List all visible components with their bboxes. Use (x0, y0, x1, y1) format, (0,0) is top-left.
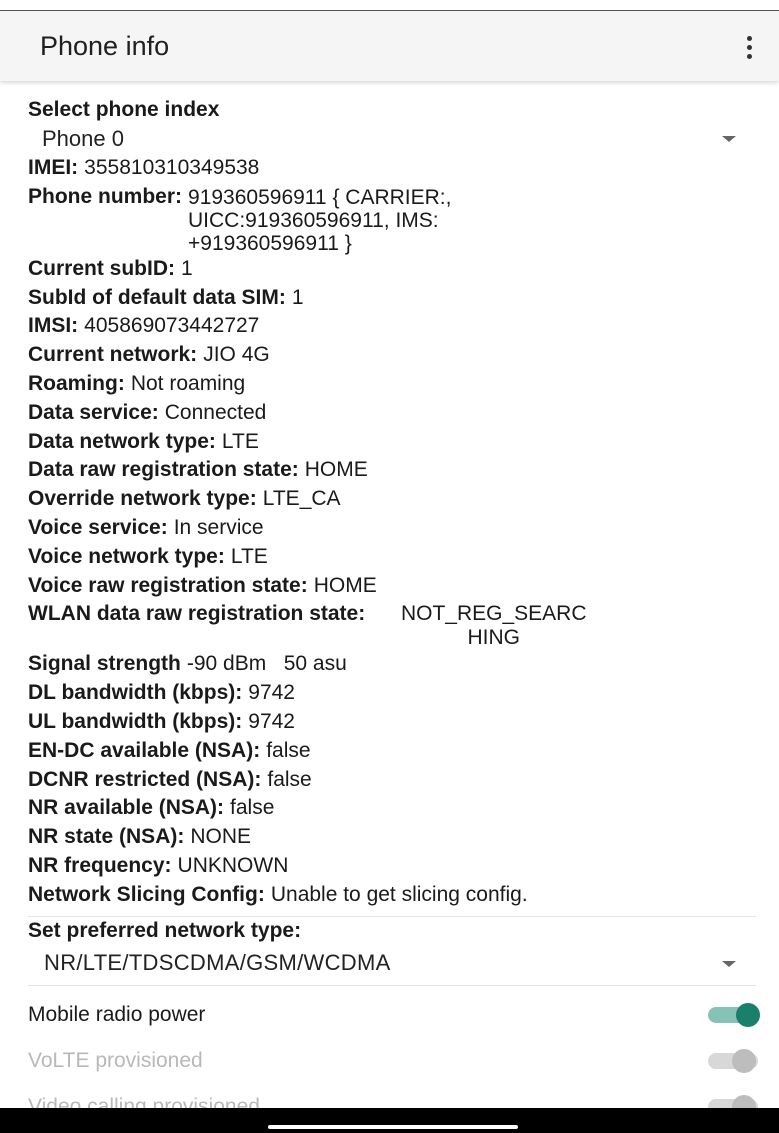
info-value: -90 dBm 50 asu (186, 652, 347, 676)
info-value: JIO 4G (203, 343, 270, 367)
info-key: Data service: (28, 400, 159, 424)
info-row-dcnr-restricted: DCNR restricted (NSA): false (28, 766, 756, 795)
info-value: 9742 (248, 681, 295, 705)
phone-index-value: Phone 0 (42, 126, 124, 151)
info-value: 1 (181, 256, 193, 280)
more-vert-icon[interactable] (739, 31, 759, 63)
info-row-phone-number: Phone number: 919360596911 { CARRIER:, U… (28, 183, 756, 255)
info-key: Phone number: (28, 184, 183, 208)
volte-provisioned-label: VoLTE provisioned (28, 1048, 203, 1072)
info-row-nr-available: NR available (NSA): false (28, 794, 756, 823)
info-value: false (266, 738, 311, 762)
info-key: Current network: (28, 343, 198, 367)
dot (746, 44, 752, 50)
info-row-data-network-type: Data network type: LTE (28, 428, 756, 457)
info-key: DL bandwidth (kbps): (28, 681, 243, 705)
info-row-endc-available: EN-DC available (NSA): false (28, 737, 756, 766)
info-row-nr-frequency: NR frequency: UNKNOWN (28, 852, 756, 881)
info-key: Voice raw registration state: (28, 573, 308, 597)
divider (28, 984, 756, 986)
info-row-current-network: Current network: JIO 4G (28, 341, 756, 370)
info-value: LTE_CA (262, 487, 341, 511)
info-row-roaming: Roaming: Not roaming (28, 370, 756, 399)
info-row-wlan-raw-registration: WLAN data raw registration state: NOT_RE… (28, 600, 756, 650)
info-value: UNKNOWN (177, 853, 289, 877)
info-row-nr-state: NR state (NSA): NONE (28, 823, 756, 852)
info-key: DCNR restricted (NSA): (28, 767, 262, 791)
status-bar-edge (0, 0, 779, 11)
dot (746, 35, 752, 41)
info-key: EN-DC available (NSA): (28, 738, 261, 762)
info-row-default-data-subid: SubId of default data SIM: 1 (28, 284, 756, 313)
preferred-network-spinner[interactable]: NR/LTE/TDSCDMA/GSM/WCDMA (28, 945, 756, 981)
info-value: HOME (304, 458, 368, 482)
info-value: LTE (230, 544, 268, 568)
info-value: Not roaming (130, 371, 246, 395)
phone-index-label: Select phone index (28, 98, 220, 121)
info-key: Network Slicing Config: (28, 882, 265, 906)
gesture-handle[interactable] (268, 1125, 518, 1129)
dropdown-arrow-icon (722, 136, 736, 142)
page-title: Phone info (40, 31, 170, 61)
volte-provisioned-switch (702, 1048, 762, 1073)
switch-thumb (736, 1002, 760, 1027)
info-row-voice-service: Voice service: In service (28, 514, 756, 543)
volte-provisioned-row: VoLTE provisioned (28, 1038, 758, 1084)
info-row-data-service: Data service: Connected (28, 399, 756, 428)
info-value: NOT_REG_SEARC HING (400, 602, 587, 650)
info-key: Current subID: (28, 256, 175, 280)
phone-index-spinner[interactable]: Phone 0 (28, 124, 756, 154)
info-row-voice-raw-registration: Voice raw registration state: HOME (28, 572, 756, 601)
info-row-current-subid: Current subID: 1 (28, 255, 756, 284)
info-value: Unable to get slicing config. (270, 882, 528, 906)
mobile-radio-power-row[interactable]: Mobile radio power (28, 992, 760, 1038)
info-value: LTE (221, 429, 259, 453)
info-value: 919360596911 { CARRIER:, UICC:9193605969… (188, 185, 452, 255)
info-row-override-network-type: Override network type: LTE_CA (28, 485, 756, 514)
info-key: NR state (NSA): (28, 825, 185, 849)
info-row-imsi: IMSI: 405869073442727 (28, 312, 756, 341)
info-key: WLAN data raw registration state: (28, 602, 366, 626)
mobile-radio-power-switch[interactable] (702, 1002, 762, 1027)
info-value: HOME (313, 573, 377, 597)
preferred-network-label: Set preferred network type: (28, 918, 302, 942)
info-value: Connected (164, 400, 267, 424)
info-content: Select phone index Phone 0 IMEI: 3558103… (28, 96, 760, 1130)
info-value: 355810310349538 (84, 156, 260, 179)
preferred-network-value: NR/LTE/TDSCDMA/GSM/WCDMA (44, 949, 391, 975)
info-value: NONE (190, 825, 252, 849)
info-value: false (230, 796, 275, 820)
switch-thumb (732, 1048, 756, 1073)
info-row-dl-bandwidth: DL bandwidth (kbps): 9742 (28, 679, 756, 708)
info-key: Override network type: (28, 487, 257, 511)
info-key: IMEI: (28, 156, 79, 179)
mobile-radio-power-label: Mobile radio power (28, 1002, 206, 1026)
navigation-bar (0, 1108, 779, 1133)
info-value: 405869073442727 (84, 314, 260, 338)
info-key: Roaming: (28, 371, 125, 395)
info-key: UL bandwidth (kbps): (28, 709, 243, 733)
info-key: Voice network type: (28, 544, 225, 568)
info-value: false (267, 767, 312, 791)
info-key: IMSI: (28, 314, 79, 338)
info-row-data-raw-registration: Data raw registration state: HOME (28, 456, 756, 485)
dropdown-arrow-icon (722, 960, 736, 967)
app-bar: Phone info (0, 11, 779, 81)
info-row-signal-strength: Signal strength -90 dBm 50 asu (28, 650, 756, 679)
info-value: In service (173, 515, 264, 539)
info-key: NR available (NSA): (28, 796, 225, 820)
dot (746, 53, 752, 59)
info-key: SubId of default data SIM: (28, 285, 286, 309)
info-key: NR frequency: (28, 853, 172, 877)
info-row-voice-network-type: Voice network type: LTE (28, 543, 756, 572)
info-key: Data raw registration state: (28, 458, 299, 482)
info-key: Signal strength (28, 652, 181, 676)
info-row-ul-bandwidth: UL bandwidth (kbps): 9742 (28, 708, 756, 737)
info-value: 1 (291, 285, 304, 309)
info-row-network-slicing: Network Slicing Config: Unable to get sl… (28, 881, 756, 910)
info-row-imei: IMEI: 355810310349538 (28, 154, 756, 183)
info-key: Voice service: (28, 515, 168, 539)
info-value: 9742 (248, 709, 295, 733)
info-key: Data network type: (28, 429, 216, 453)
